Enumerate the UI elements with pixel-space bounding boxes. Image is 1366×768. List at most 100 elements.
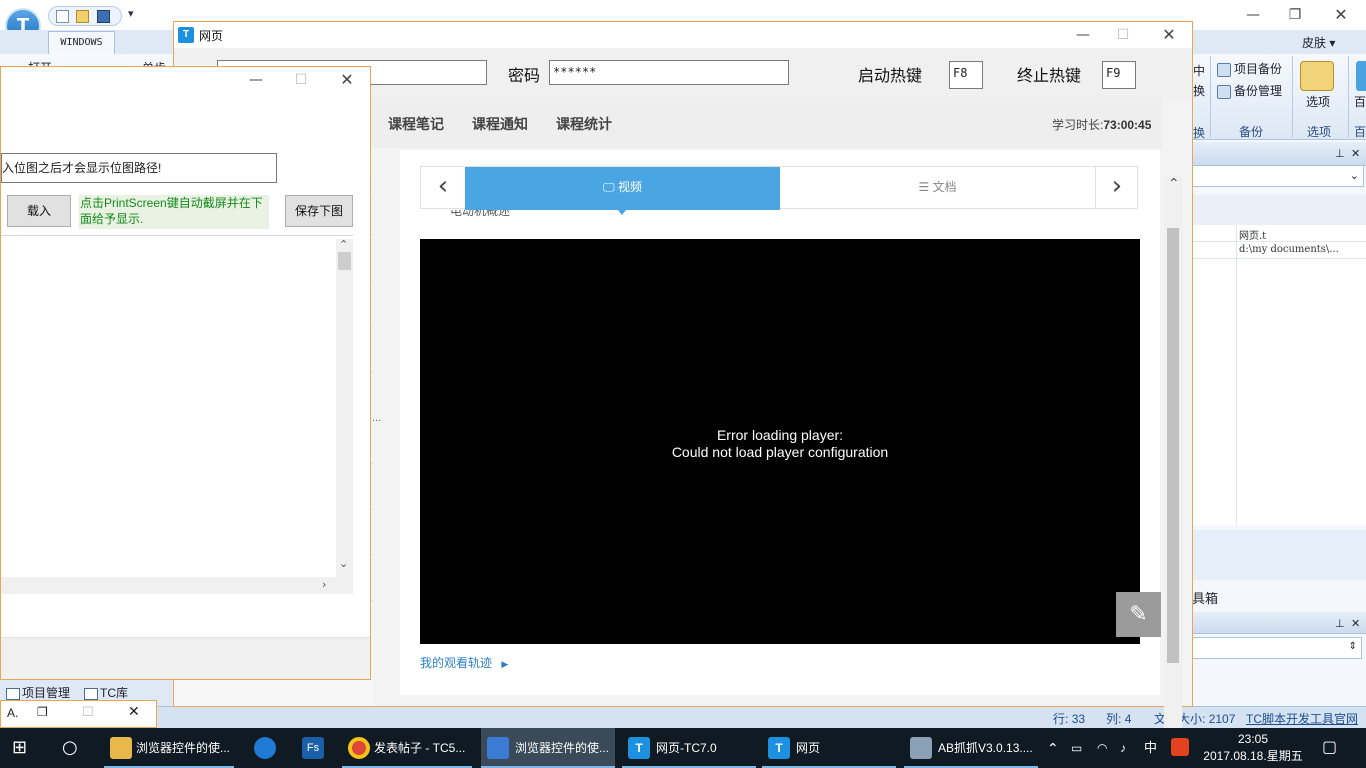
new-file-icon[interactable]: [56, 10, 69, 23]
show-hidden-icons-icon[interactable]: ⌃: [1047, 728, 1063, 768]
sogou-ime-icon[interactable]: [1168, 728, 1190, 768]
ide-minimize-icon[interactable]: —: [1236, 4, 1270, 26]
save-image-button[interactable]: 保存下图: [285, 195, 353, 227]
course-content-panel: ‹ 🖵 视频 ☰ 文档 › 电动机概述 Error loading player…: [400, 150, 1161, 695]
close-icon[interactable]: ✕: [1351, 147, 1360, 160]
nav-course-notes[interactable]: 课程笔记: [388, 114, 444, 134]
folder-icon: [110, 737, 132, 759]
taskbar-item-tc7[interactable]: T 网页-TC7.0: [622, 728, 756, 768]
tab-doc-label: 文档: [932, 180, 957, 194]
ribbon-cut-3: 换: [1193, 126, 1206, 140]
preview-hscrollbar[interactable]: ›: [1, 577, 353, 594]
scroll-up-icon[interactable]: ⌃: [339, 238, 348, 251]
nav-course-stats[interactable]: 课程统计: [556, 114, 612, 134]
start-hotkey-field[interactable]: F8: [949, 61, 983, 89]
save-icon[interactable]: [97, 10, 110, 23]
chevron-right-icon[interactable]: ›: [1095, 167, 1138, 208]
tab-project-manage[interactable]: 项目管理: [6, 684, 70, 701]
options-icon[interactable]: [1300, 61, 1334, 91]
close-icon[interactable]: ✕: [128, 704, 140, 720]
preview-vscrollbar-thumb[interactable]: [338, 252, 351, 270]
scroll-right-icon[interactable]: ›: [322, 578, 326, 591]
player-error-line2: Could not load player configuration: [671, 444, 889, 460]
tab-video[interactable]: 🖵 视频: [465, 167, 780, 215]
viewing-track-link[interactable]: 我的观看轨迹 ▶: [420, 654, 508, 671]
taskbar-item-explorer[interactable]: 浏览器控件的使...: [104, 728, 234, 768]
bottom-selector[interactable]: ⇕: [1192, 637, 1362, 659]
close-icon[interactable]: ✕: [1351, 617, 1360, 630]
close-icon[interactable]: ✕: [1152, 24, 1186, 46]
windows-start-icon[interactable]: ⊞: [12, 728, 38, 768]
ribbon-divider: [1348, 56, 1349, 138]
skin-menu[interactable]: 皮肤 ▾: [1302, 34, 1335, 51]
stop-hotkey-field[interactable]: F9: [1102, 61, 1136, 89]
taskbar-item-player[interactable]: 浏览器控件的使...: [481, 728, 615, 768]
properties-pane-header: ⊥ ✕: [1192, 142, 1366, 166]
tool-site-link[interactable]: TC脚本开发工具官网: [1246, 710, 1358, 727]
minimize-icon[interactable]: —: [1066, 24, 1100, 46]
notification-center-icon[interactable]: ▢: [1322, 728, 1344, 768]
password-field[interactable]: ******: [549, 60, 789, 85]
clock-date: 2017.08.18.星期五: [1203, 749, 1303, 763]
maximize-icon[interactable]: ☐: [284, 69, 318, 91]
status-col-value: 4: [1124, 712, 1132, 726]
taskbar-item-fs[interactable]: Fs: [296, 728, 332, 768]
screenshot-window: — ☐ ✕ 入位图之后才会显示位图路径! 载入 点击PrintScreen键自动…: [0, 66, 371, 680]
chevron-left-icon[interactable]: ‹: [421, 167, 465, 208]
backup-manage-label: 备份管理: [1234, 84, 1283, 98]
object-selector[interactable]: ⌄: [1192, 165, 1364, 187]
video-player[interactable]: Error loading player: Could not load pla…: [420, 239, 1140, 644]
maximize-icon[interactable]: ☐: [82, 704, 94, 720]
tab-tc-lib[interactable]: TC库: [84, 684, 128, 701]
pin-icon[interactable]: ⊥: [1335, 617, 1345, 630]
wifi-icon[interactable]: ◠: [1097, 728, 1115, 768]
scroll-up-icon[interactable]: ⌃: [1168, 176, 1180, 192]
ide-restore-icon[interactable]: ❐: [1278, 4, 1312, 26]
volume-icon[interactable]: ♪: [1120, 728, 1138, 768]
tab-tc-lib-label: TC库: [100, 686, 128, 700]
taskbar-item-label: 网页: [796, 741, 821, 755]
bottom-pane-header: ⊥ ✕: [1192, 612, 1366, 634]
tab-document[interactable]: ☰ 文档: [780, 167, 1095, 208]
ime-indicator[interactable]: 中: [1144, 728, 1160, 768]
table-row[interactable]: d:\my documents\...: [1192, 242, 1366, 259]
cortana-icon[interactable]: ○: [62, 728, 82, 768]
chevron-updown-icon: ⇕: [1348, 641, 1357, 652]
edge-icon: [254, 737, 276, 759]
ribbon-cut-right[interactable]: 百: [1354, 93, 1366, 110]
taskbar-item-chrome[interactable]: 发表帖子 - TC5...: [342, 728, 472, 768]
chapter-title-text: 电动机概述: [450, 210, 511, 218]
tab-windows[interactable]: WINDOWS: [48, 31, 115, 54]
edit-note-icon[interactable]: ✎: [1116, 592, 1161, 637]
load-button[interactable]: 载入: [7, 195, 71, 227]
ide-close-icon[interactable]: ✕: [1324, 4, 1358, 26]
page-scrollbar-thumb[interactable]: [1167, 228, 1179, 663]
toolbox-label[interactable]: 具箱: [1192, 588, 1218, 607]
customize-toolbar-icon[interactable]: ▾: [128, 7, 134, 20]
open-folder-icon[interactable]: [76, 10, 89, 23]
restore-icon[interactable]: ❐: [37, 705, 48, 719]
nav-course-notices[interactable]: 课程通知: [472, 114, 528, 134]
taskbar-item-label: 发表帖子 - TC5...: [374, 741, 466, 755]
backup-manage-button[interactable]: 备份管理: [1217, 82, 1282, 99]
webpage-titlebar: T 网页 — ☐ ✕: [174, 22, 1192, 48]
preview-vscrollbar[interactable]: ⌃ ⌄: [336, 238, 353, 577]
taskbar: ⊞ ○ 浏览器控件的使... Fs 发表帖子 - TC5... 浏览器控件的使.…: [0, 728, 1366, 768]
taskbar-clock[interactable]: 23:05 2017.08.18.星期五: [1198, 731, 1308, 765]
close-icon[interactable]: ✕: [330, 69, 364, 91]
minimize-icon[interactable]: —: [239, 69, 273, 91]
scroll-down-icon[interactable]: ⌄: [339, 557, 348, 570]
taskbar-item-edge[interactable]: [248, 728, 284, 768]
taskbar-item-ab[interactable]: AB抓抓V3.0.13....: [904, 728, 1038, 768]
battery-icon[interactable]: ▭: [1071, 728, 1089, 768]
caret-right-icon: ▶: [501, 659, 509, 669]
table-row[interactable]: 网页.t: [1192, 225, 1366, 242]
taskbar-item-webpage[interactable]: T 网页: [762, 728, 896, 768]
screenshot-preview[interactable]: [1, 235, 353, 593]
extra-tool-icon[interactable]: [1356, 61, 1366, 91]
bitmap-path-field[interactable]: 入位图之后才会显示位图路径!: [1, 153, 277, 183]
project-backup-button[interactable]: 项目备份: [1217, 60, 1282, 77]
pin-icon[interactable]: ⊥: [1335, 147, 1345, 160]
maximize-icon[interactable]: ☐: [1106, 24, 1140, 46]
options-button[interactable]: 选项: [1306, 93, 1330, 110]
